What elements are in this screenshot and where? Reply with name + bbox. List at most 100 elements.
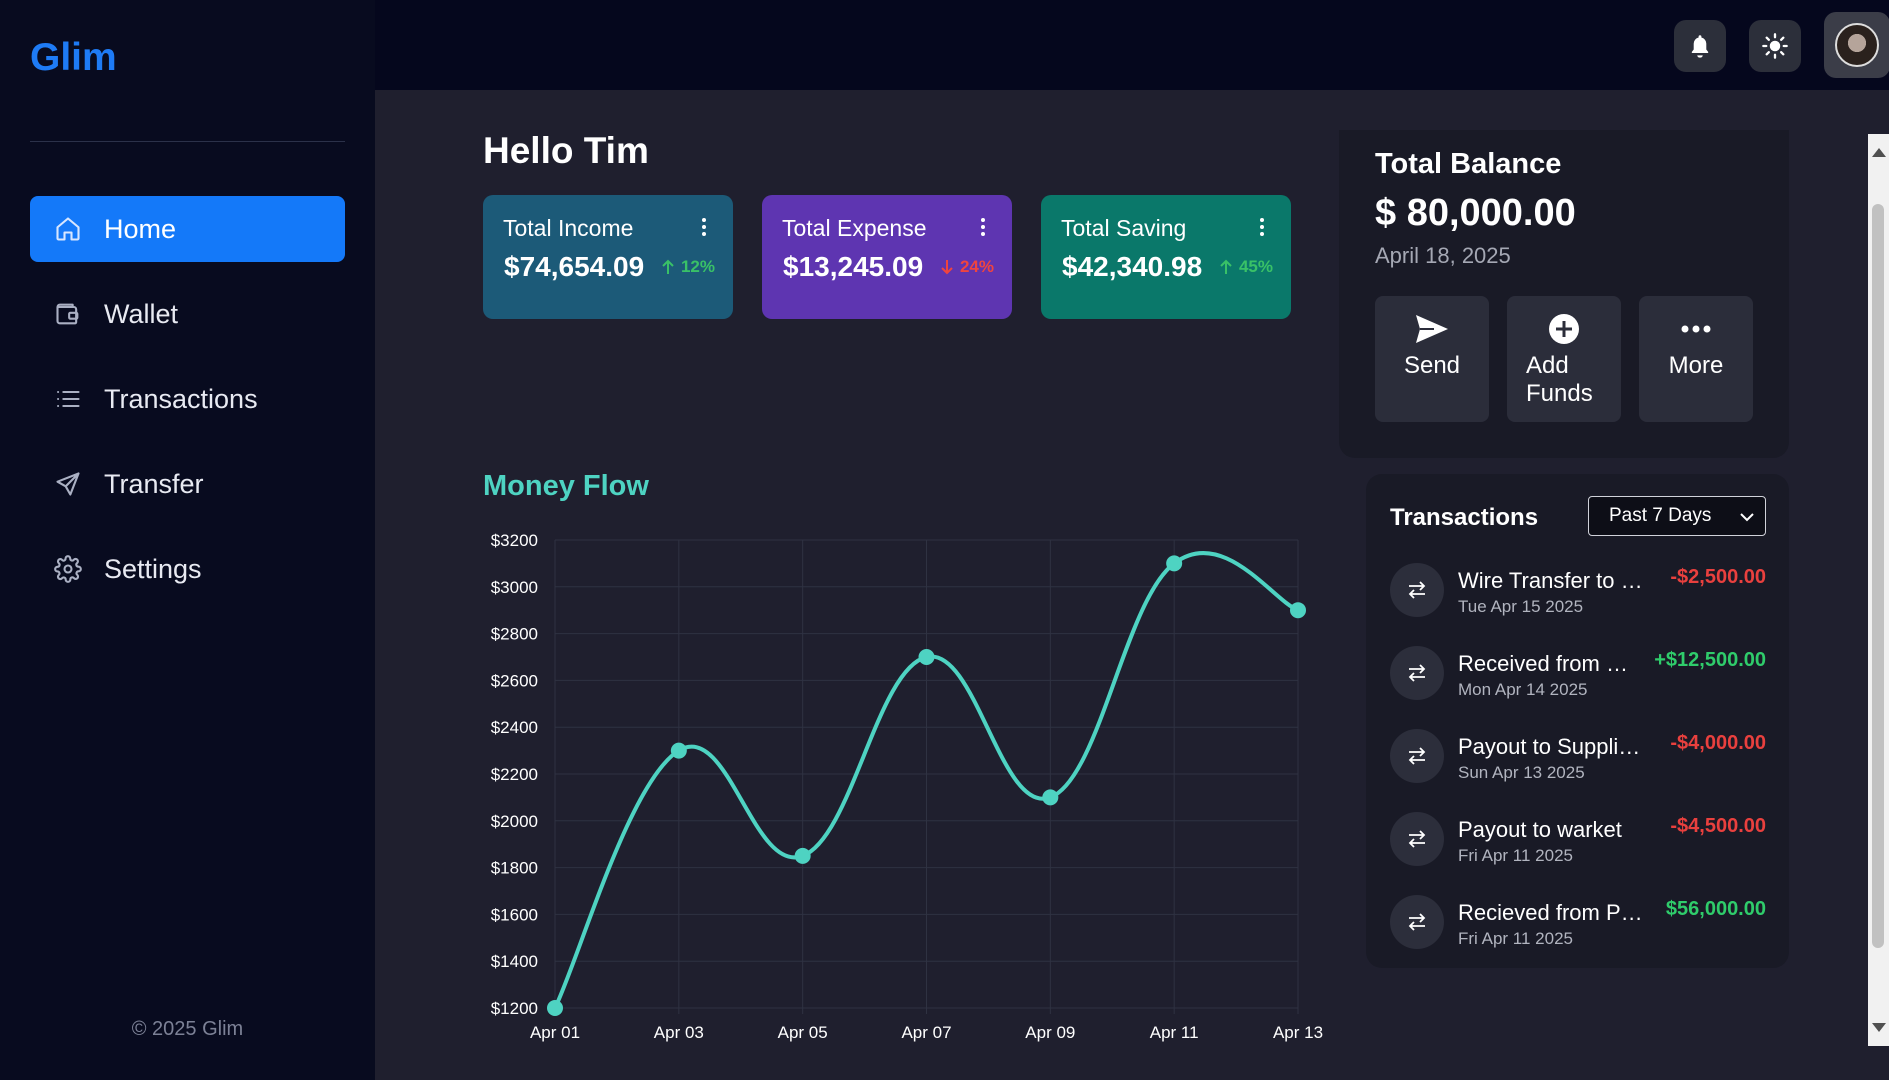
more-button[interactable]: More bbox=[1639, 296, 1753, 422]
transaction-row[interactable]: Received from … Mon Apr 14 2025 +$12,500… bbox=[1390, 643, 1766, 700]
x-tick-label: Apr 05 bbox=[778, 1023, 828, 1042]
sun-icon bbox=[1762, 33, 1788, 59]
x-tick-label: Apr 03 bbox=[654, 1023, 704, 1042]
chevron-down-icon bbox=[1740, 513, 1754, 522]
x-tick-label: Apr 09 bbox=[1025, 1023, 1075, 1042]
sidebar-divider bbox=[30, 141, 345, 142]
home-icon bbox=[54, 215, 82, 243]
transfer-arrows-icon bbox=[1390, 646, 1444, 700]
transaction-name: Payout to warket bbox=[1458, 817, 1622, 842]
saving-card: Total Saving $42,340.98 45% bbox=[1041, 195, 1291, 319]
plus-circle-icon bbox=[1507, 312, 1621, 346]
sidebar-item-label: Settings bbox=[104, 553, 202, 584]
transaction-amount: -$4,000.00 bbox=[1670, 732, 1766, 754]
scroll-down-arrow[interactable] bbox=[1872, 1023, 1886, 1032]
sidebar-nav: Home Wallet Transactions Transfer Settin… bbox=[30, 196, 345, 621]
send-icon bbox=[1375, 312, 1489, 346]
card-change-value: 12% bbox=[680, 257, 715, 276]
x-tick-label: Apr 13 bbox=[1273, 1023, 1323, 1042]
transaction-name: Payout to Supplie… bbox=[1458, 734, 1648, 759]
sidebar-item-label: Transactions bbox=[104, 383, 258, 414]
sidebar-item-label: Home bbox=[104, 213, 177, 244]
page-scrollbar[interactable] bbox=[1868, 134, 1889, 1046]
send-label: Send bbox=[1403, 352, 1461, 379]
transaction-name: Received from … bbox=[1458, 651, 1628, 676]
card-change-value: 24% bbox=[959, 257, 994, 276]
sidebar: Glim Home Wallet Transactions Transfer S… bbox=[0, 0, 375, 1080]
transaction-amount: +$12,500.00 bbox=[1654, 649, 1766, 671]
transaction-date: Fri Apr 11 2025 bbox=[1458, 846, 1573, 865]
y-tick-label: $3200 bbox=[491, 531, 538, 550]
notifications-button[interactable] bbox=[1674, 20, 1726, 72]
data-point bbox=[547, 1000, 563, 1016]
transaction-row[interactable]: Payout to Supplie… Sun Apr 13 2025 -$4,0… bbox=[1390, 726, 1766, 783]
user-avatar-button[interactable] bbox=[1824, 12, 1889, 78]
more-vertical-icon[interactable] bbox=[701, 217, 707, 237]
add-funds-button[interactable]: Add Funds bbox=[1507, 296, 1621, 422]
transaction-date: Fri Apr 11 2025 bbox=[1458, 929, 1573, 948]
sidebar-item-home[interactable]: Home bbox=[30, 196, 345, 262]
more-vertical-icon[interactable] bbox=[980, 217, 986, 237]
period-select[interactable]: Past 7 Days bbox=[1588, 496, 1766, 536]
transaction-row[interactable]: Payout to warket Fri Apr 11 2025 -$4,500… bbox=[1390, 809, 1766, 866]
card-value: $42,340.98 bbox=[1062, 251, 1203, 282]
sidebar-item-label: Transfer bbox=[104, 468, 204, 499]
arrow-up-icon bbox=[1220, 259, 1232, 274]
list-icon bbox=[54, 385, 82, 413]
transfer-arrows-icon bbox=[1390, 729, 1444, 783]
transaction-row[interactable]: Wire Transfer to … Tue Apr 15 2025 -$2,5… bbox=[1390, 560, 1766, 617]
period-select-value: Past 7 Days bbox=[1609, 505, 1712, 526]
card-change: 12% bbox=[661, 257, 715, 277]
sidebar-item-wallet[interactable]: Wallet bbox=[30, 281, 345, 347]
y-tick-label: $1800 bbox=[491, 859, 538, 878]
scrollbar-thumb[interactable] bbox=[1872, 204, 1884, 948]
sidebar-item-label: Wallet bbox=[104, 298, 179, 329]
sidebar-item-settings[interactable]: Settings bbox=[30, 536, 345, 602]
more-icon bbox=[1639, 312, 1753, 346]
balance-panel: Total Balance $ 80,000.00 April 18, 2025… bbox=[1339, 130, 1789, 458]
scroll-up-arrow[interactable] bbox=[1872, 148, 1886, 157]
card-value: $74,654.09 bbox=[504, 251, 645, 282]
data-point bbox=[670, 742, 687, 759]
bell-icon bbox=[1691, 35, 1709, 58]
transaction-amount: -$2,500.00 bbox=[1670, 566, 1766, 588]
wallet-icon bbox=[54, 300, 82, 328]
card-change-value: 45% bbox=[1238, 257, 1273, 276]
data-point bbox=[1290, 602, 1306, 619]
balance-title: Total Balance bbox=[1375, 148, 1562, 180]
data-point bbox=[1042, 789, 1059, 806]
balance-date: April 18, 2025 bbox=[1375, 243, 1511, 268]
data-point bbox=[1166, 555, 1183, 572]
transfer-arrows-icon bbox=[1390, 895, 1444, 949]
more-label: More bbox=[1668, 352, 1724, 379]
sidebar-item-transactions[interactable]: Transactions bbox=[30, 366, 345, 432]
avatar bbox=[1835, 23, 1879, 67]
sidebar-item-transfer[interactable]: Transfer bbox=[30, 451, 345, 517]
expense-card: Total Expense $13,245.09 24% bbox=[762, 195, 1012, 319]
x-tick-label: Apr 01 bbox=[530, 1023, 580, 1042]
data-point bbox=[794, 847, 811, 864]
transactions-title: Transactions bbox=[1390, 504, 1539, 531]
transaction-date: Mon Apr 14 2025 bbox=[1458, 680, 1588, 699]
send-button[interactable]: Send bbox=[1375, 296, 1489, 422]
copyright-text: © 2025 Glim bbox=[131, 1018, 244, 1040]
x-tick-label: Apr 11 bbox=[1150, 1023, 1199, 1042]
send-icon bbox=[54, 470, 82, 498]
arrow-up-icon bbox=[662, 259, 674, 274]
transaction-amount: -$4,500.00 bbox=[1670, 815, 1766, 837]
y-tick-label: $2400 bbox=[491, 718, 538, 737]
y-tick-label: $1600 bbox=[491, 905, 538, 924]
y-tick-label: $2000 bbox=[491, 812, 538, 831]
more-vertical-icon[interactable] bbox=[1259, 217, 1265, 237]
money-flow-title: Money Flow bbox=[483, 470, 649, 502]
y-tick-label: $2200 bbox=[491, 765, 538, 784]
transaction-date: Tue Apr 15 2025 bbox=[1458, 597, 1584, 616]
theme-toggle-button[interactable] bbox=[1749, 20, 1801, 72]
transaction-row[interactable]: Recieved from P… Fri Apr 11 2025 $56,000… bbox=[1390, 892, 1766, 949]
card-change: 45% bbox=[1219, 257, 1273, 277]
app-logo[interactable]: Glim bbox=[30, 36, 117, 80]
card-title: Total Income bbox=[503, 215, 634, 241]
card-value: $13,245.09 bbox=[783, 251, 924, 282]
top-bar bbox=[375, 0, 1889, 90]
card-title: Total Expense bbox=[782, 215, 927, 241]
